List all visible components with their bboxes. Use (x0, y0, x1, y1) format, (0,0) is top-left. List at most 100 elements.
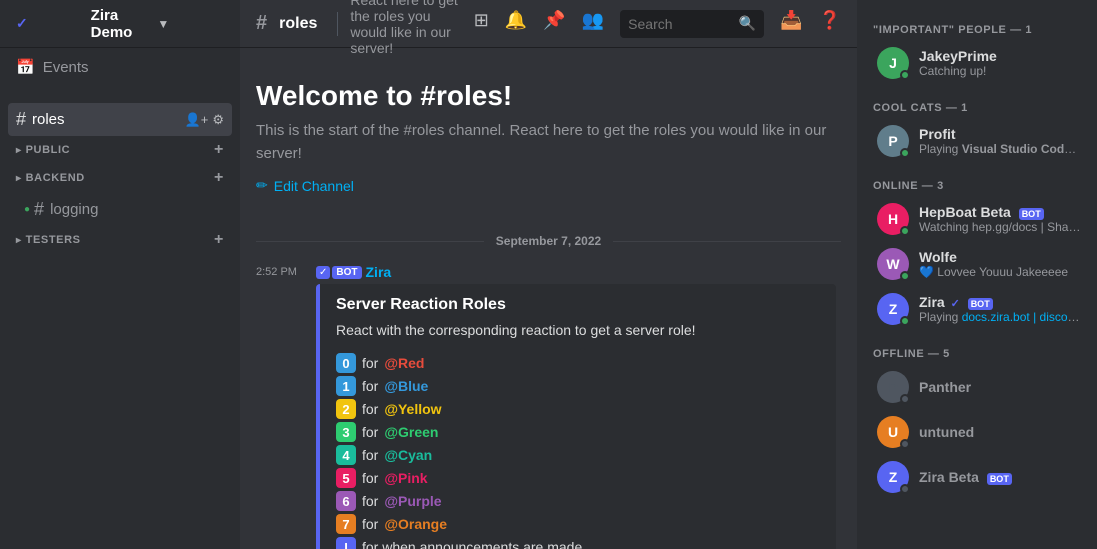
member-item-untuned[interactable]: U untuned (865, 410, 1089, 454)
embed-container: Server Reaction Roles React with the cor… (316, 284, 836, 549)
inbox-icon[interactable]: 📥 (780, 10, 802, 38)
status-dot-untuned (900, 439, 910, 449)
embed-title: Server Reaction Roles (336, 296, 820, 314)
role-item: 5for @Pink (336, 468, 820, 488)
member-item-panther[interactable]: P Panther (865, 365, 1089, 409)
main-content: # roles React here to get the roles you … (240, 0, 857, 549)
add-member-icon[interactable]: 👤+ (185, 112, 209, 128)
cool-cats-header: COOL CATS — 1 (857, 86, 1097, 118)
status-prefix-profit: Playing (919, 142, 962, 156)
role-badge: 1 (336, 376, 356, 396)
role-item: 0for @Red (336, 353, 820, 373)
member-status-zira: Playing docs.zira.bot | discord.... (919, 310, 1081, 324)
server-name: Zira Demo (91, 7, 158, 41)
pin-icon[interactable]: 📌 (543, 10, 565, 38)
events-item[interactable]: 📅 Events (0, 48, 240, 86)
help-icon[interactable]: ❓ (819, 10, 841, 38)
status-dot-online (900, 70, 910, 80)
date-text: September 7, 2022 (484, 234, 613, 248)
important-people-header: "IMPORTANT" PEOPLE — 1 (857, 8, 1097, 40)
member-avatar-zira-beta: Z (877, 461, 909, 493)
role-for-text: for (362, 378, 378, 394)
role-mention: @Green (384, 424, 438, 440)
hashtag-icon[interactable]: ⊞ (474, 10, 489, 38)
channel-item-logging[interactable]: ● # logging (16, 193, 232, 226)
role-for-text: for (362, 516, 378, 532)
role-for-text: for (362, 401, 378, 417)
embed-description: React with the corresponding reaction to… (336, 320, 820, 341)
hash-icon-logging: # (34, 199, 44, 220)
member-item-zira-beta[interactable]: Z Zira Beta BOT (865, 455, 1089, 499)
role-item: 4for @Cyan (336, 445, 820, 465)
members-icon[interactable]: 👥 (582, 10, 604, 38)
member-info-jakeyprime: JakeyPrime Catching up! (919, 48, 1081, 78)
sidebar: ✓ Zira Demo ▼ 📅 Events # roles 👤+ ⚙ ▸ PU… (0, 0, 240, 549)
role-mention: @Blue (384, 378, 428, 394)
add-channel-icon-backend[interactable]: + (214, 169, 224, 187)
category-chevron-testers: ▸ (16, 235, 22, 246)
member-list: "IMPORTANT" PEOPLE — 1 J JakeyPrime Catc… (857, 0, 1097, 549)
status-dot-zira-beta (900, 484, 910, 494)
role-badge: 6 (336, 491, 356, 511)
role-mention: @Orange (384, 516, 447, 532)
bot-tag: BOT (332, 266, 361, 279)
divider-line-right (613, 241, 841, 242)
edit-channel-label: Edit Channel (274, 178, 354, 194)
events-label: Events (43, 59, 89, 76)
category-backend[interactable]: ▸ BACKEND + (8, 165, 232, 191)
add-channel-icon-testers[interactable]: + (214, 231, 224, 249)
role-mention: @Yellow (384, 401, 441, 417)
member-item-wolfe[interactable]: W Wolfe 💙 Lovvee Youuu Jakeeeee (865, 242, 1089, 286)
bot-badge-zira: BOT (968, 298, 993, 310)
member-avatar-profit: P (877, 125, 909, 157)
channel-header-title: roles (279, 15, 317, 33)
category-testers[interactable]: ▸ TESTERS + (8, 227, 232, 253)
member-item-jakeyprime[interactable]: J JakeyPrime Catching up! (865, 41, 1089, 85)
role-item: 1 for @Blue (336, 376, 820, 396)
mute-icon[interactable]: 🔔 (505, 10, 527, 38)
search-box[interactable]: 🔍 (620, 10, 764, 38)
member-name-wolfe: Wolfe (919, 249, 1081, 265)
message-body: ✓ BOT Zira Server Reaction Roles React w… (316, 264, 841, 549)
search-input[interactable] (628, 16, 739, 32)
category-public[interactable]: ▸ PUBLIC + (8, 137, 232, 163)
member-status-profit: Playing Visual Studio Code 🖥 (919, 142, 1081, 156)
divider-line-left (256, 241, 484, 242)
category-chevron-public: ▸ (16, 145, 22, 156)
role-mention: @Cyan (384, 447, 432, 463)
member-item-profit[interactable]: P Profit Playing Visual Studio Code 🖥 (865, 119, 1089, 163)
edit-channel-button[interactable]: ✏ Edit Channel (256, 177, 841, 194)
member-avatar-panther: P (877, 371, 909, 403)
zira-status-link[interactable]: docs.zira.bot | discord.... (962, 310, 1081, 324)
bot-badge-zira-beta: BOT (987, 473, 1012, 485)
offline-header: OFFLINE — 5 (857, 332, 1097, 364)
role-badge: 2 (336, 399, 356, 419)
member-avatar-untuned: U (877, 416, 909, 448)
role-for-text: for when announcements are made (362, 539, 582, 549)
search-icon: 🔍 (739, 15, 756, 32)
role-badge: 3 (336, 422, 356, 442)
member-item-hepboat[interactable]: H HepBoat Beta BOT Watching hep.gg/docs … (865, 197, 1089, 241)
category-label-public: PUBLIC (26, 144, 71, 156)
bot-message-group: 2:52 PM ✓ BOT Zira Server Reaction Roles… (256, 264, 841, 549)
role-list: 0for @Red 1 for @Blue 2 for @Yellow 3 for @Gre… (336, 353, 820, 549)
member-name-untuned: untuned (919, 424, 1081, 440)
member-name-hepboat: HepBoat Beta BOT (919, 204, 1081, 220)
role-item: Ifor when announcements are made (336, 537, 820, 549)
calendar-icon: 📅 (16, 58, 35, 76)
member-info-zira-beta: Zira Beta BOT (919, 469, 1081, 485)
member-info-wolfe: Wolfe 💙 Lovvee Youuu Jakeeeee (919, 249, 1081, 279)
channel-item-roles[interactable]: # roles 👤+ ⚙ (8, 103, 232, 136)
server-header[interactable]: ✓ Zira Demo ▼ (0, 0, 240, 48)
add-channel-icon-public[interactable]: + (214, 141, 224, 159)
welcome-section: Welcome to #roles! This is the start of … (256, 64, 841, 218)
welcome-title: Welcome to #roles! (256, 80, 841, 112)
verified-icon-zira: ✓ (951, 298, 960, 310)
messages-area: Welcome to #roles! This is the start of … (240, 48, 857, 549)
settings-icon[interactable]: ⚙ (212, 112, 224, 128)
member-avatar-wolfe: W (877, 248, 909, 280)
role-badge: 7 (336, 514, 356, 534)
member-item-zira[interactable]: Z Zira ✓ BOT Playing docs.zira.bot | dis… (865, 287, 1089, 331)
dot-icon-logging: ● (24, 204, 30, 215)
role-badge: 5 (336, 468, 356, 488)
